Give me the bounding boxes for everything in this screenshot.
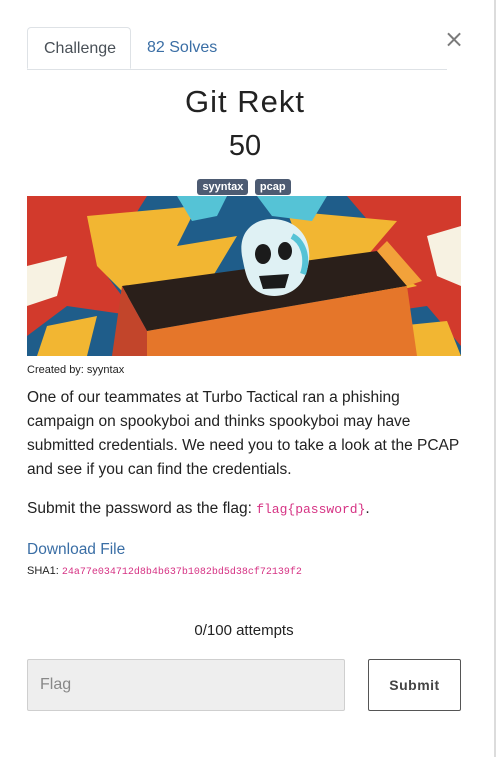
created-by-label: Created by: syyntax (27, 364, 125, 376)
sha1-line: SHA1: 24a77e034712d8b4b637b1082bd5d38cf7… (27, 565, 302, 578)
download-file-link[interactable]: Download File (27, 541, 125, 559)
submit-instructions-suffix: . (365, 500, 370, 517)
tab-solves[interactable]: 82 Solves (131, 27, 233, 68)
tab-challenge[interactable]: Challenge (27, 27, 131, 69)
challenge-title: Git Rekt (185, 84, 305, 119)
challenge-modal: Challenge 82 Solves × Git Rekt 50 syynta… (0, 0, 496, 757)
submit-instructions: Submit the password as the flag: flag{pa… (27, 500, 370, 518)
submit-instructions-text: Submit the password as the flag: (27, 500, 252, 517)
ghost-box-illustration (27, 196, 461, 356)
tag-badge: pcap (254, 179, 291, 195)
tag-list: syyntax pcap (0, 177, 488, 195)
challenge-image (27, 196, 461, 356)
tag-badge: syyntax (197, 179, 249, 195)
challenge-value: 50 (228, 130, 262, 162)
challenge-tabs: Challenge 82 Solves (27, 27, 447, 70)
flag-input[interactable] (27, 659, 345, 711)
sha1-label: SHA1: (27, 565, 59, 577)
sha1-value: 24a77e034712d8b4b637b1082bd5d38cf72139f2 (61, 567, 302, 578)
attempts-counter: 0/100 attempts (194, 622, 294, 639)
challenge-description: One of our teammates at Turbo Tactical r… (27, 389, 459, 478)
flag-format: flag{password} (256, 502, 366, 517)
close-icon[interactable]: × (444, 27, 464, 51)
submit-button[interactable]: Submit (368, 659, 461, 711)
